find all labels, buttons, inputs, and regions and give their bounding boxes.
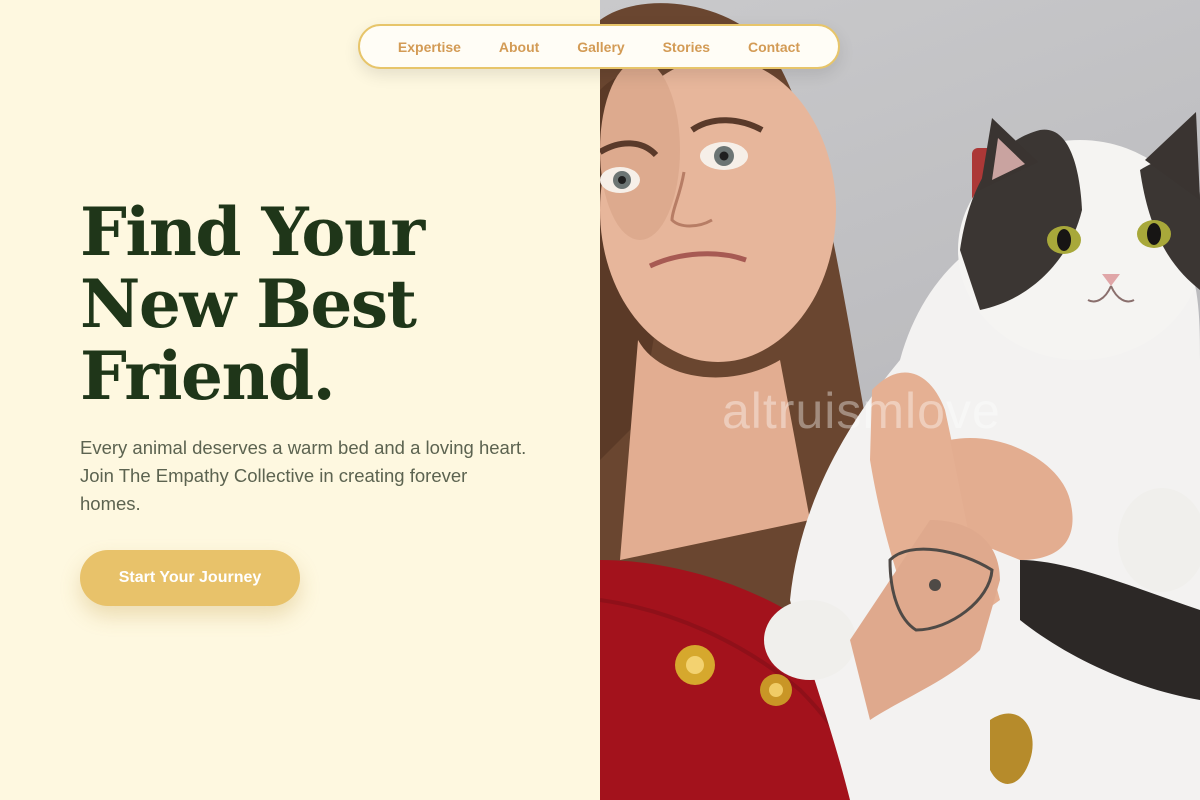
nav-gallery[interactable]: Gallery: [571, 35, 630, 59]
hero-left-panel: Find Your New Best Friend. Every animal …: [0, 0, 600, 800]
start-journey-button[interactable]: Start Your Journey: [80, 550, 300, 606]
nav-about[interactable]: About: [493, 35, 545, 59]
hero-title: Find Your New Best Friend.: [80, 196, 500, 412]
hero-description: Every animal deserves a warm bed and a l…: [80, 437, 527, 514]
nav-contact[interactable]: Contact: [742, 35, 806, 59]
woman-with-cat-image: [600, 3, 1200, 800]
hero-photo: altruismlove: [600, 0, 1200, 800]
hero-title-line-1: Find Your: [80, 193, 425, 271]
nav-expertise[interactable]: Expertise: [392, 35, 467, 59]
main-nav: Expertise About Gallery Stories Contact: [358, 24, 840, 69]
nav-stories[interactable]: Stories: [657, 35, 716, 59]
hero-title-line-2: New Best: [80, 265, 417, 343]
hero-title-line-3: Friend.: [80, 337, 336, 415]
